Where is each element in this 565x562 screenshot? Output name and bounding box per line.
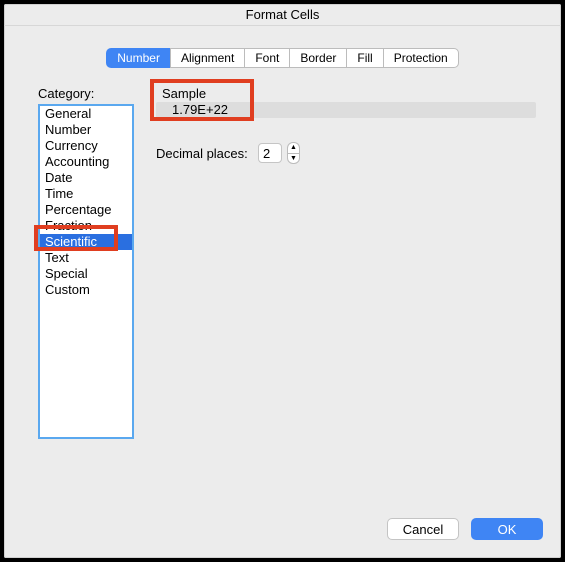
decimal-places-input[interactable] bbox=[258, 143, 282, 163]
list-item-number[interactable]: Number bbox=[40, 122, 132, 138]
list-item-general[interactable]: General bbox=[40, 106, 132, 122]
list-item-time[interactable]: Time bbox=[40, 186, 132, 202]
stepper-down-icon[interactable]: ▼ bbox=[287, 153, 300, 165]
dialog-title: Format Cells bbox=[4, 4, 561, 26]
list-item-accounting[interactable]: Accounting bbox=[40, 154, 132, 170]
list-item-text[interactable]: Text bbox=[40, 250, 132, 266]
list-item-scientific[interactable]: Scientific bbox=[40, 234, 132, 250]
tab-alignment[interactable]: Alignment bbox=[170, 48, 244, 68]
decimal-places-label: Decimal places: bbox=[156, 146, 248, 161]
list-item-date[interactable]: Date bbox=[40, 170, 132, 186]
category-label: Category: bbox=[38, 86, 539, 101]
dialog-body: Category: General Number Currency Accoun… bbox=[38, 86, 539, 484]
tab-border[interactable]: Border bbox=[289, 48, 346, 68]
stepper-up-icon[interactable]: ▲ bbox=[287, 142, 300, 153]
tab-font[interactable]: Font bbox=[244, 48, 289, 68]
dialog-footer: Cancel OK bbox=[387, 518, 543, 540]
tab-bar: Number Alignment Font Border Fill Protec… bbox=[106, 48, 458, 68]
category-list[interactable]: General Number Currency Accounting Date … bbox=[38, 104, 134, 439]
sample-section: Sample bbox=[162, 86, 206, 101]
tab-protection[interactable]: Protection bbox=[383, 48, 459, 68]
ok-button[interactable]: OK bbox=[471, 518, 543, 540]
list-item-custom[interactable]: Custom bbox=[40, 282, 132, 298]
cancel-button[interactable]: Cancel bbox=[387, 518, 459, 540]
decimal-places-stepper[interactable]: ▲ ▼ bbox=[287, 142, 300, 164]
tab-number[interactable]: Number bbox=[106, 48, 170, 68]
tab-fill[interactable]: Fill bbox=[346, 48, 382, 68]
sample-label: Sample bbox=[162, 86, 206, 101]
format-cells-dialog: Format Cells Number Alignment Font Borde… bbox=[4, 4, 561, 558]
list-item-special[interactable]: Special bbox=[40, 266, 132, 282]
list-item-percentage[interactable]: Percentage bbox=[40, 202, 132, 218]
sample-value: 1.79E+22 bbox=[172, 102, 228, 117]
list-item-currency[interactable]: Currency bbox=[40, 138, 132, 154]
list-item-fraction[interactable]: Fraction bbox=[40, 218, 132, 234]
